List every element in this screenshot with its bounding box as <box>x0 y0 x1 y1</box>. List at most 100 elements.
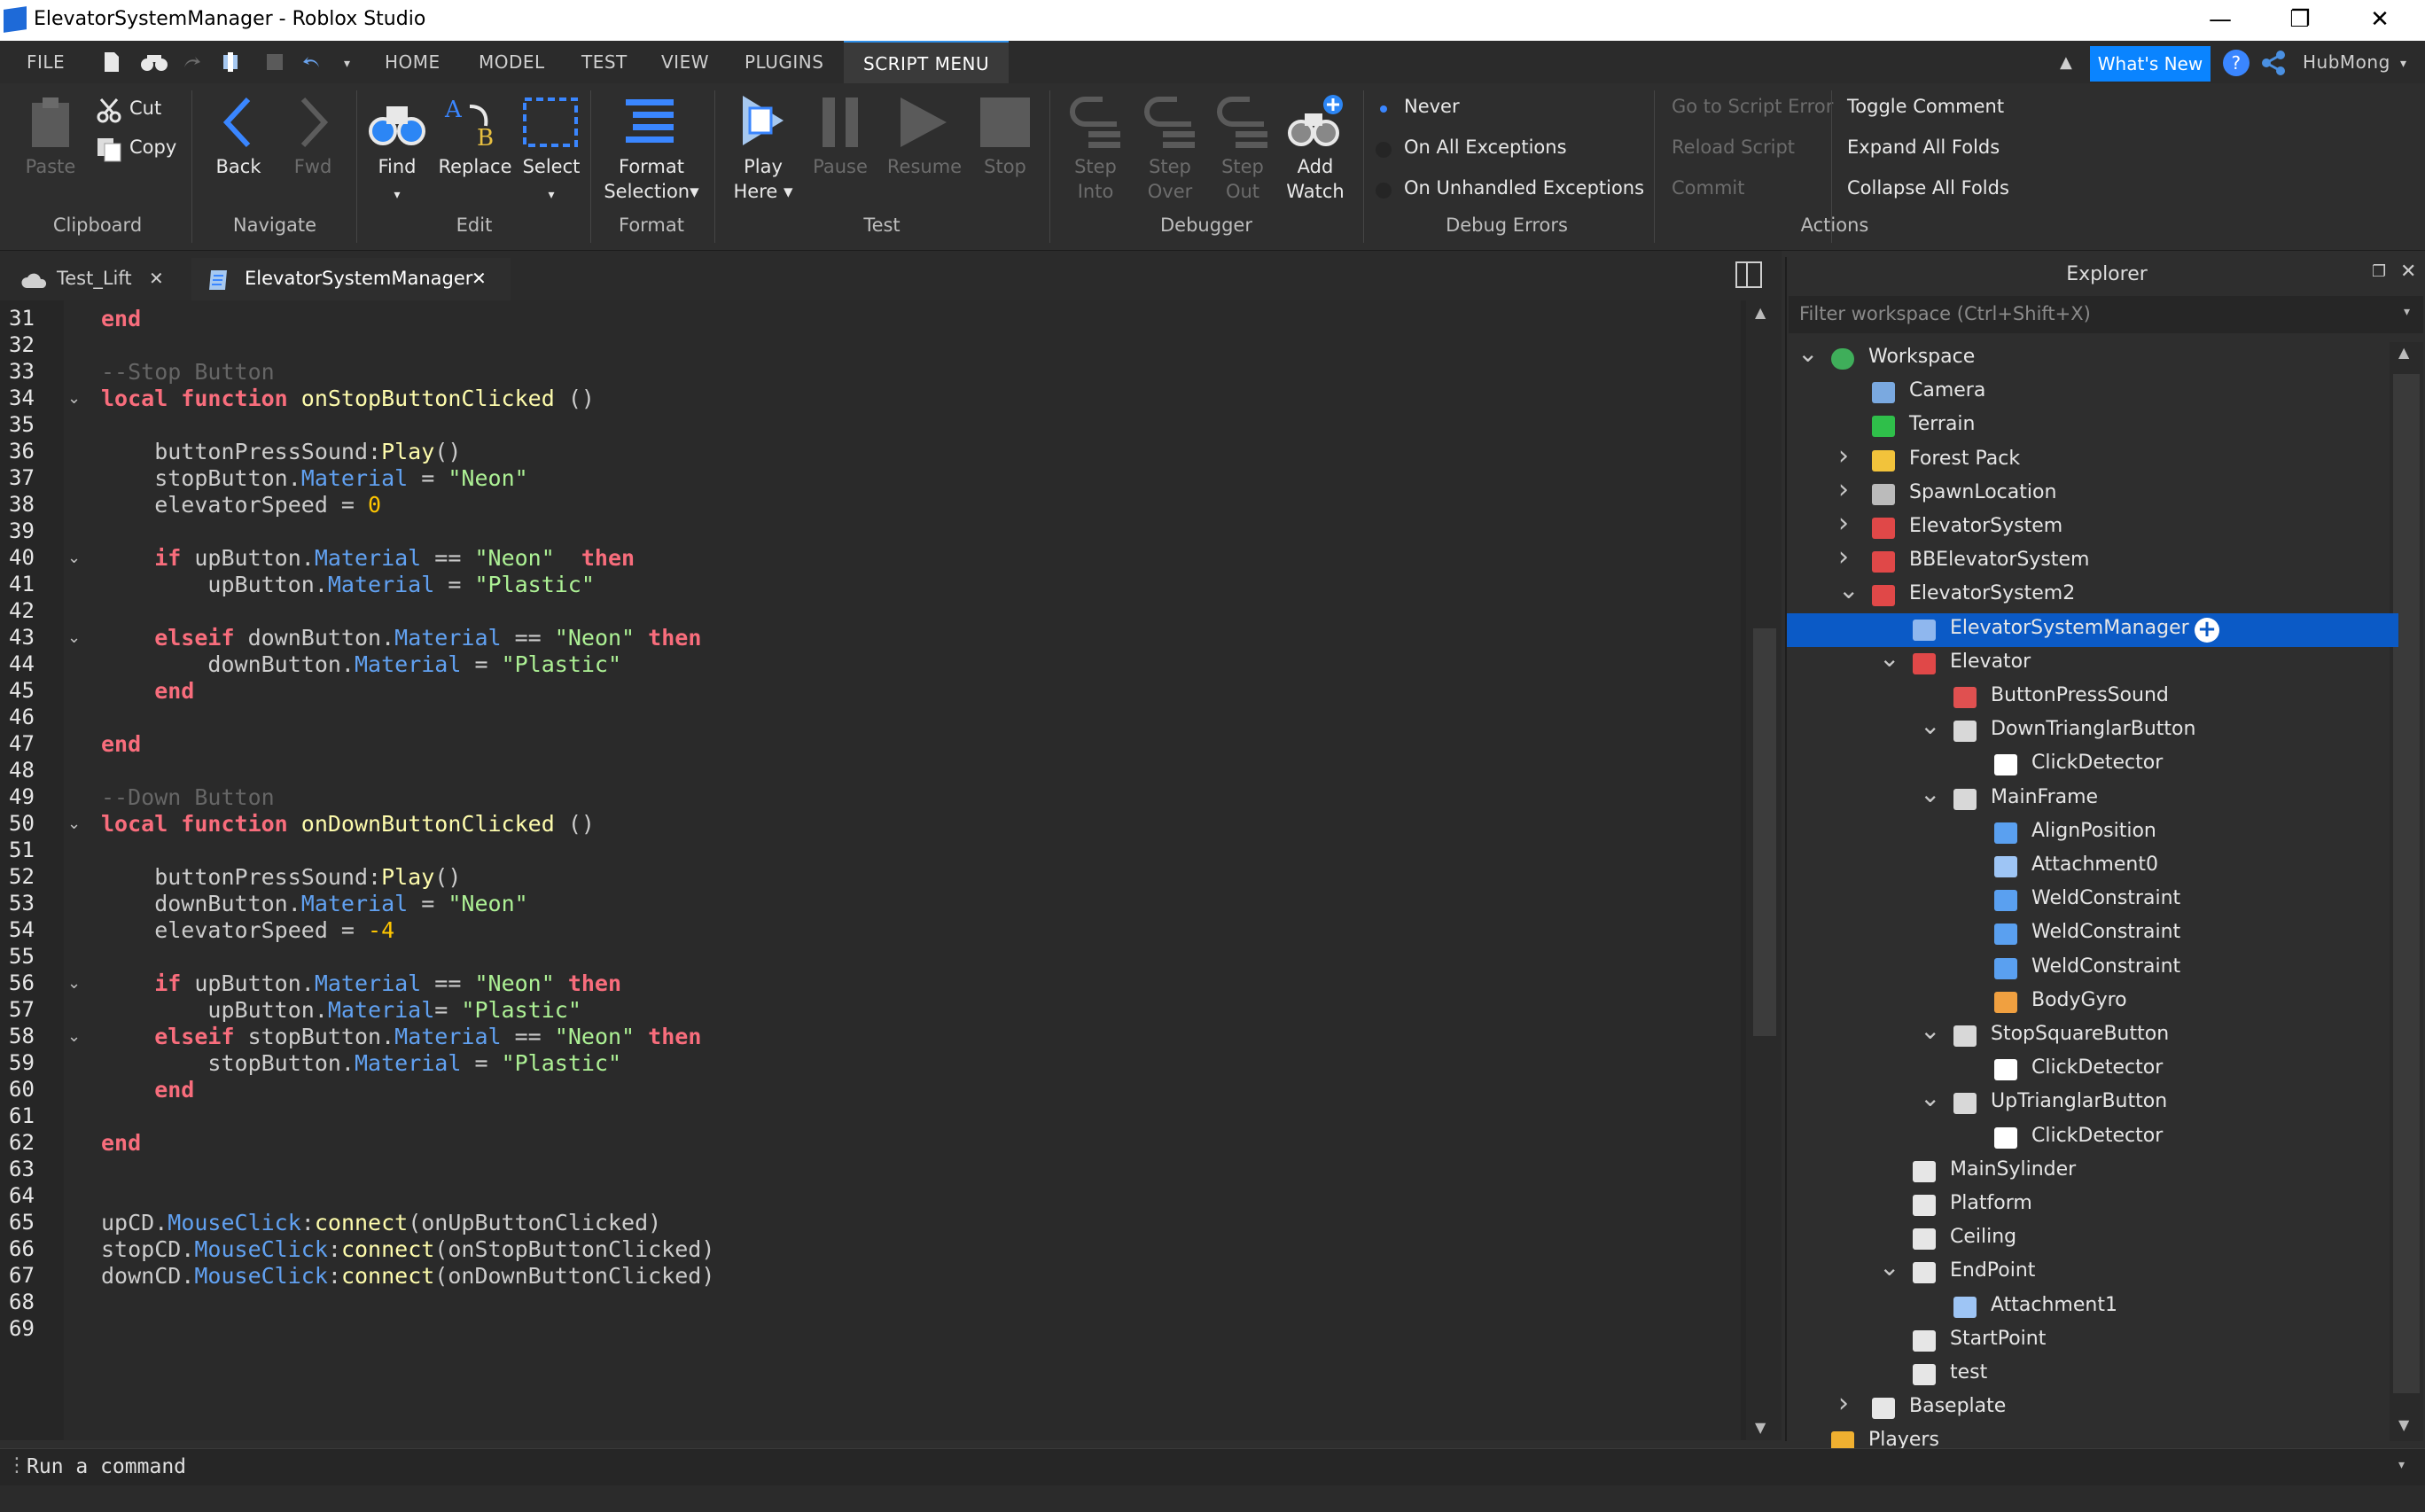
explorer-tree-item[interactable]: ButtonPressSound <box>1787 681 2398 714</box>
explorer-tree-item[interactable]: Ceiling <box>1787 1222 2398 1256</box>
help-icon[interactable]: ? <box>2223 50 2250 76</box>
debug-never-option[interactable]: Never <box>1404 96 1460 117</box>
forward-button[interactable]: Fwd <box>285 154 340 179</box>
explorer-tree-item[interactable]: ⌄ Workspace <box>1787 339 2398 376</box>
filter-chevron-down-icon[interactable]: ▾ <box>2404 305 2410 319</box>
minimize-button[interactable]: — <box>2180 0 2260 41</box>
expand-chevron-down-icon[interactable]: ⌄ <box>1797 339 1818 368</box>
debug-unhandled-exceptions-option[interactable]: On Unhandled Exceptions <box>1404 177 1644 199</box>
radio-never-selected[interactable] <box>1376 101 1392 117</box>
radio-unhandled-exceptions[interactable] <box>1376 183 1392 199</box>
editor-scrollbar-thumb[interactable] <box>1753 628 1776 1036</box>
explorer-tree-item[interactable]: › SpawnLocation <box>1787 474 2398 511</box>
expand-all-folds-button[interactable]: Expand All Folds <box>1847 136 2000 158</box>
command-history-chevron-down-icon[interactable]: ▾ <box>2398 1458 2405 1472</box>
tab-elevator-system-manager[interactable]: ElevatorSystemManager ✕ <box>191 258 511 300</box>
explorer-tree-item[interactable]: BodyGyro <box>1787 986 2398 1019</box>
expand-chevron-down-icon[interactable]: ⌄ <box>1838 575 1859 604</box>
explorer-tree-item[interactable]: ClickDetector <box>1787 748 2398 782</box>
explorer-tree-item[interactable]: WeldConstraint <box>1787 917 2398 951</box>
explorer-tree-item[interactable]: Camera <box>1787 376 2398 409</box>
expand-chevron-right-icon[interactable]: › <box>1838 474 1849 505</box>
menu-script-menu[interactable]: SCRIPT MENU <box>844 41 1010 83</box>
explorer-tree-item[interactable]: Attachment1 <box>1787 1290 2398 1324</box>
tab-close-icon[interactable]: ✕ <box>472 258 487 299</box>
commit-button[interactable]: Commit <box>1672 177 1745 199</box>
close-window-button[interactable]: ✕ <box>2340 0 2420 41</box>
command-bar[interactable]: ⋮ Run a command ▾ <box>0 1448 2425 1486</box>
menu-test[interactable]: TEST <box>581 51 628 73</box>
explorer-tree-item[interactable]: WeldConstraint <box>1787 952 2398 986</box>
explorer-tree-item[interactable]: MainSylinder <box>1787 1155 2398 1189</box>
step-over-button[interactable]: Step Over <box>1138 154 1202 204</box>
explorer-filter-input[interactable]: Filter workspace (Ctrl+Shift+X) <box>1789 296 2423 333</box>
expand-chevron-right-icon[interactable]: › <box>1838 542 1849 573</box>
add-object-plus-icon[interactable]: + <box>2195 617 2219 643</box>
collapse-all-folds-button[interactable]: Collapse All Folds <box>1847 177 2009 199</box>
fold-chevron-icon[interactable]: ⌄ <box>67 628 81 647</box>
select-chevron-down-icon[interactable]: ▾ <box>541 183 562 207</box>
fold-chevron-icon[interactable]: ⌄ <box>67 389 81 408</box>
fold-chevron-icon[interactable]: ⌄ <box>67 549 81 567</box>
explorer-tree-item[interactable]: AlignPosition <box>1787 816 2398 850</box>
select-button[interactable]: Select <box>519 154 583 179</box>
explorer-scroll-down-icon[interactable]: ▼ <box>2398 1416 2409 1433</box>
user-name[interactable]: HubMong <box>2303 51 2390 73</box>
explorer-tree-item[interactable]: ⌄ EndPoint <box>1787 1252 2398 1290</box>
reload-script-button[interactable]: Reload Script <box>1672 136 1795 158</box>
menu-plugins[interactable]: PLUGINS <box>745 51 823 73</box>
explorer-tree-item[interactable]: ⌄ StopSquareButton <box>1787 1016 2398 1053</box>
share-icon[interactable] <box>2260 50 2287 76</box>
toggle-comment-button[interactable]: Toggle Comment <box>1847 96 2004 117</box>
user-chevron-down-icon[interactable]: ▾ <box>2400 57 2407 71</box>
collapse-ribbon-icon[interactable]: ▲ <box>2060 53 2072 72</box>
find-button[interactable]: Find <box>369 154 425 179</box>
fold-chevron-icon[interactable]: ⌄ <box>67 1027 81 1046</box>
explorer-tree-item[interactable]: › BBElevatorSystem <box>1787 542 2398 579</box>
explorer-tree-item[interactable]: ClickDetector <box>1787 1121 2398 1155</box>
tab-close-icon[interactable]: ✕ <box>149 258 164 299</box>
expand-chevron-down-icon[interactable]: ⌄ <box>1920 1016 1940 1045</box>
expand-chevron-down-icon[interactable]: ⌄ <box>1879 643 1899 673</box>
explorer-tree-item[interactable]: Terrain <box>1787 409 2398 443</box>
redo-icon[interactable] <box>181 51 202 73</box>
expand-chevron-down-icon[interactable]: ⌄ <box>1879 1252 1899 1282</box>
explorer-tree-item[interactable]: ⌄ UpTrianglarButton <box>1787 1083 2398 1120</box>
copy-button[interactable]: Copy <box>129 136 176 158</box>
undock-icon[interactable]: ❐ <box>2372 262 2386 281</box>
explorer-tree-item[interactable]: ⌄ DownTrianglarButton <box>1787 711 2398 748</box>
explorer-tree-item[interactable]: ⌄ ElevatorSystem2 <box>1787 575 2398 612</box>
menu-home[interactable]: HOME <box>385 51 441 73</box>
new-file-icon[interactable] <box>101 51 122 73</box>
command-input[interactable]: Run a command <box>27 1455 186 1478</box>
go-to-script-error-button[interactable]: Go to Script Error <box>1672 96 1833 117</box>
scroll-down-icon[interactable]: ▼ <box>1755 1419 1766 1436</box>
chevron-down-icon[interactable]: ▾ <box>344 57 351 71</box>
resume-button[interactable]: Resume <box>883 154 966 179</box>
expand-chevron-down-icon[interactable]: ⌄ <box>1920 1083 1940 1112</box>
dock-toggle-icon[interactable] <box>1734 260 1764 290</box>
expand-chevron-down-icon[interactable]: ⌄ <box>1920 779 1940 808</box>
expand-chevron-right-icon[interactable]: › <box>1838 1388 1849 1419</box>
explorer-tree-item[interactable]: › ElevatorSystem <box>1787 508 2398 545</box>
expand-chevron-right-icon[interactable]: › <box>1838 440 1849 472</box>
stop-square-icon[interactable] <box>264 51 285 73</box>
scroll-up-icon[interactable]: ▲ <box>1755 304 1766 321</box>
step-into-button[interactable]: Step Into <box>1064 154 1127 204</box>
publish-icon[interactable] <box>220 51 241 73</box>
find-chevron-down-icon[interactable]: ▾ <box>386 183 408 207</box>
explorer-tree-item[interactable]: test <box>1787 1358 2398 1391</box>
cut-button[interactable]: Cut <box>129 97 161 119</box>
radio-all-exceptions[interactable] <box>1376 142 1392 158</box>
explorer-tree-item[interactable]: ElevatorSystemManager + <box>1787 612 2398 647</box>
format-selection-button[interactable]: Format Selection▾ <box>603 154 700 204</box>
paste-button[interactable]: Paste <box>23 154 78 179</box>
script-editor[interactable]: ▲ ▼ 31 end 32 33 --Stop Button 34 ⌄ local funct… <box>0 300 1782 1440</box>
binoculars-icon[interactable] <box>140 51 168 73</box>
explorer-close-icon[interactable]: ✕ <box>2400 261 2416 283</box>
menu-view[interactable]: VIEW <box>661 51 709 73</box>
whats-new-button[interactable]: What's New <box>2090 46 2211 82</box>
replace-button[interactable]: Replace <box>438 154 512 179</box>
explorer-tree-item[interactable]: Attachment0 <box>1787 850 2398 884</box>
add-watch-button[interactable]: Add Watch <box>1283 154 1347 204</box>
